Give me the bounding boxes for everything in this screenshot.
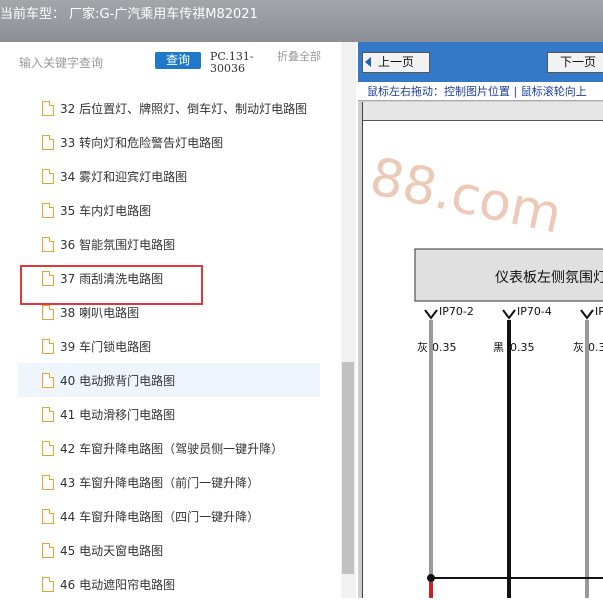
arrow-left-icon [365, 57, 371, 67]
tree-item-label: 45 电动天窗电路图 [60, 544, 164, 558]
pin-connector-2: IP70-4 黑 0.35 [493, 305, 552, 598]
tree-item[interactable]: 44 车窗升降电路图（四门一键升降） [18, 499, 320, 533]
document-tree: 32 后位置灯、牌照灯、倒车灯、制动灯电路图 33 转向灯和危险警告灯电路图 3… [18, 91, 320, 601]
scrollbar-thumb[interactable] [342, 362, 354, 574]
document-icon [42, 509, 54, 524]
tree-item[interactable]: 46 电动遮阳帘电路图 [18, 567, 320, 601]
viewer-panel: 上一页 下一页 鼠标左右拖动：控制图片位置 | 鼠标滚轮向上 88.com 仪表… [358, 42, 603, 598]
document-icon [42, 407, 54, 422]
tree-item-label: 35 车内灯电路图 [60, 204, 152, 218]
diagram-svg: 88.com 仪表板左侧氛围灯 IP70-2 灰 0.35 IP70-4 黑 0… [365, 147, 603, 598]
tree-item-label: 41 电动滑移门电路图 [60, 408, 176, 422]
pin-symbol-icon [502, 309, 516, 320]
document-icon [42, 169, 54, 184]
tree-item[interactable]: 34 雾灯和迎宾灯电路图 [18, 159, 320, 193]
wire-color: 灰 [573, 340, 584, 354]
tree-item-selected[interactable]: 36 智能氛围灯电路图 [18, 227, 320, 261]
tree-item-hovered[interactable]: 40 电动掀背门电路图 [18, 363, 320, 397]
junction-dot [427, 574, 435, 582]
tree-item-label: 34 雾灯和迎宾灯电路图 [60, 170, 188, 184]
tree-item-label: 44 车窗升降电路图（四门一键升降） [60, 510, 260, 524]
tree-item-label: 38 喇叭电路图 [60, 306, 140, 320]
pin-symbol-icon [580, 309, 594, 320]
prev-page-label: 上一页 [377, 55, 414, 69]
tree-item[interactable]: 33 转向灯和危险警告灯电路图 [18, 125, 320, 159]
viewer-hint: 鼠标左右拖动：控制图片位置 | 鼠标滚轮向上 [358, 82, 603, 101]
wire-gauge: 0.35 [510, 341, 535, 354]
document-icon [42, 441, 54, 456]
tree-item[interactable]: 35 车内灯电路图 [18, 193, 320, 227]
tree-item-label: 42 车窗升降电路图（驾驶员侧一键升降） [60, 442, 284, 456]
module-label: 仪表板左侧氛围灯 [495, 270, 603, 286]
tree-item-label: 39 车门锁电路图 [60, 340, 152, 354]
document-icon [42, 203, 54, 218]
tree-item[interactable]: 45 电动天窗电路图 [18, 533, 320, 567]
pin-connector-3: IP 灰 0.3 [573, 305, 603, 598]
left-panel: 输入关键字查询 查询 PC.131-30036 折叠全部 32 后位置灯、牌照灯… [0, 42, 358, 598]
collapse-all-link[interactable]: 折叠全部 [277, 51, 321, 63]
wire-gauge: 0.3 [588, 341, 603, 354]
prev-page-button[interactable]: 上一页 [362, 52, 430, 73]
tree-item-label: 32 后位置灯、牌照灯、倒车灯、制动灯电路图 [60, 102, 308, 116]
document-icon [42, 339, 54, 354]
document-icon [42, 373, 54, 388]
document-icon [42, 135, 54, 150]
wire-color: 灰 [417, 340, 428, 354]
pin-symbol-icon [424, 309, 438, 320]
query-button[interactable]: 查询 [155, 52, 201, 69]
next-page-button[interactable]: 下一页 [547, 52, 603, 73]
pin-id: IP [595, 305, 603, 318]
document-icon [42, 101, 54, 116]
pin-connector-1: IP70-2 灰 0.35 [417, 305, 474, 598]
tree-scrollbar[interactable] [341, 42, 356, 598]
tree-item[interactable]: 32 后位置灯、牌照灯、倒车灯、制动灯电路图 [18, 91, 320, 125]
document-icon [42, 475, 54, 490]
viewer-toolbar: 上一页 下一页 [358, 42, 603, 82]
pc-code-label: PC.131-30036 [210, 50, 254, 75]
tree-item[interactable]: 42 车窗升降电路图（驾驶员侧一键升降） [18, 431, 320, 465]
document-icon [42, 237, 54, 252]
search-input[interactable]: 输入关键字查询 [19, 54, 103, 71]
watermark-text: 88.com [365, 147, 567, 246]
document-icon [42, 577, 54, 592]
tree-item-label: 46 电动遮阳帘电路图 [60, 578, 176, 592]
search-bar: 输入关键字查询 查询 PC.131-30036 折叠全部 [0, 42, 340, 86]
circuit-diagram[interactable]: 88.com 仪表板左侧氛围灯 IP70-2 灰 0.35 IP70-4 黑 0… [362, 102, 603, 598]
wire-color: 黑 [493, 341, 504, 354]
tree-item[interactable]: 39 车门锁电路图 [18, 329, 320, 363]
tree-item[interactable]: 43 车窗升降电路图（前门一键升降） [18, 465, 320, 499]
tree-item-label: 33 转向灯和危险警告灯电路图 [60, 136, 224, 150]
pin-id: IP70-4 [517, 305, 552, 318]
tree-item-label: 36 智能氛围灯电路图 [60, 238, 176, 252]
tree-item[interactable]: 41 电动滑移门电路图 [18, 397, 320, 431]
document-icon [42, 305, 54, 320]
document-icon [42, 543, 54, 558]
selection-highlight-box [20, 265, 203, 305]
next-page-label: 下一页 [559, 55, 596, 69]
pin-id: IP70-2 [439, 305, 474, 318]
tree-item-label: 43 车窗升降电路图（前门一键升降） [60, 476, 260, 490]
tree-item-label: 40 电动掀背门电路图 [60, 374, 176, 388]
wire-gauge: 0.35 [432, 341, 457, 354]
title-bar: 当前车型： 厂家:G-广汽乘用车传祺M82021 [0, 0, 603, 42]
title-text: 当前车型： 厂家:G-广汽乘用车传祺M82021 [0, 7, 258, 22]
